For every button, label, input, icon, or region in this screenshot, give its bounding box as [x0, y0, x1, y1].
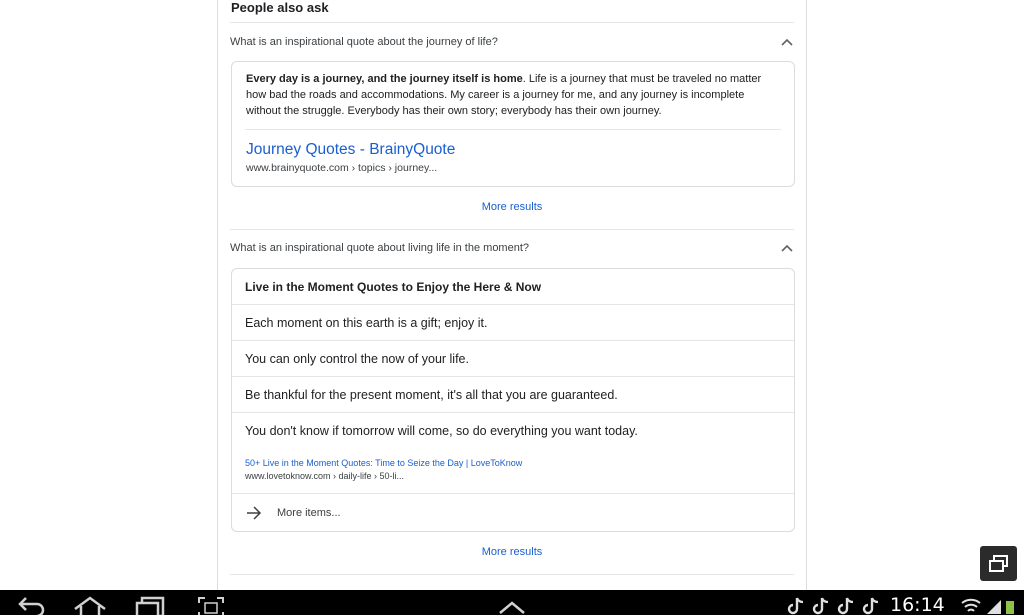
question-1-toggle[interactable]: What is an inspirational quote about the…: [230, 29, 794, 55]
list-item: You don't know if tomorrow will come, so…: [245, 424, 638, 438]
divider: [245, 129, 781, 130]
more-items-label: More items...: [277, 506, 341, 519]
more-results-2-link[interactable]: More results: [230, 546, 794, 558]
answer-1-snippet: Every day is a journey, and the journey …: [246, 71, 782, 119]
more-items-button[interactable]: More items...: [232, 493, 794, 531]
source-2-link[interactable]: 50+ Live in the Moment Quotes: Time to S…: [245, 458, 522, 468]
tiktok-icon: [862, 597, 879, 615]
list-item: Each moment on this earth is a gift; enj…: [232, 305, 794, 341]
source-1-url: www.brainyquote.com › topics › journey..…: [246, 162, 438, 174]
source-1-link[interactable]: Journey Quotes - BrainyQuote: [246, 141, 455, 159]
multi-window-button[interactable]: [980, 546, 1017, 581]
arrow-right-icon: [246, 505, 264, 520]
divider: [230, 22, 794, 23]
snippet-highlight: Every day is a journey, and the journey …: [246, 73, 523, 85]
question-1-text: What is an inspirational quote about the…: [230, 36, 498, 48]
tiktok-icon: [812, 597, 829, 615]
home-icon[interactable]: [73, 593, 107, 615]
question-2-text: What is an inspirational quote about liv…: [230, 242, 530, 254]
chevron-up-icon: [780, 241, 794, 255]
signal-icon: [987, 600, 1014, 614]
list-item: Be thankful for the present moment, it's…: [232, 377, 794, 413]
more-results-1-link[interactable]: More results: [230, 201, 794, 213]
recents-icon[interactable]: [135, 593, 165, 615]
browser-page: People also ask What is an inspirational…: [0, 0, 1024, 615]
divider: [230, 574, 794, 575]
wifi-icon: [961, 598, 981, 612]
source-2-url: www.lovetoknow.com › daily-life › 50-li.…: [245, 471, 405, 481]
status-clock: 16:14: [890, 594, 945, 615]
back-icon[interactable]: [17, 593, 45, 615]
paa-heading: People also ask: [231, 0, 329, 15]
answer-1-box: Every day is a journey, and the journey …: [231, 61, 795, 187]
question-2-toggle[interactable]: What is an inspirational quote about liv…: [230, 235, 794, 261]
tiktok-icon: [787, 597, 804, 615]
tiktok-icon: [837, 597, 854, 615]
divider: [230, 229, 794, 230]
chevron-up-icon: [780, 35, 794, 49]
list-header: Live in the Moment Quotes to Enjoy the H…: [232, 269, 794, 305]
people-also-ask-panel: People also ask What is an inspirational…: [217, 0, 807, 600]
recent-apps-float-icon: [988, 554, 1008, 572]
list-item: You can only control the now of your lif…: [232, 341, 794, 377]
answer-2-box: Live in the Moment Quotes to Enjoy the H…: [231, 268, 795, 532]
up-arrow-icon[interactable]: [498, 593, 526, 615]
screenshot-icon[interactable]: [197, 593, 225, 615]
